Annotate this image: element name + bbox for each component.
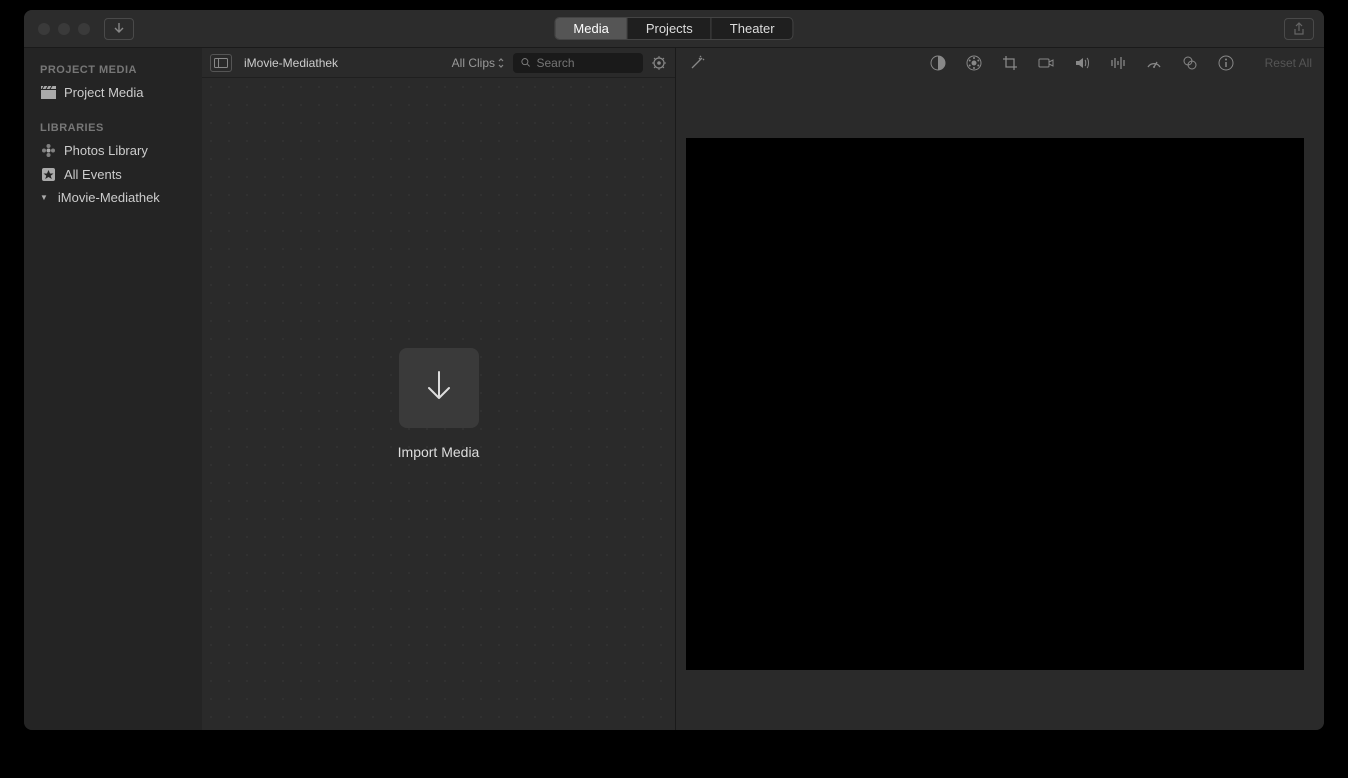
titlebar: Media Projects Theater	[24, 10, 1324, 48]
up-down-chevron-icon	[497, 57, 505, 69]
preview-screen	[686, 138, 1304, 670]
browser-settings-button[interactable]	[651, 55, 667, 71]
sidebar: PROJECT MEDIA Project Media LIBRARIES Ph…	[24, 48, 202, 730]
search-field[interactable]	[513, 53, 643, 73]
color-wheel-icon	[965, 54, 983, 72]
share-icon	[1293, 22, 1305, 36]
clapperboard-icon	[40, 84, 56, 100]
main-area: PROJECT MEDIA Project Media LIBRARIES Ph…	[24, 48, 1324, 730]
import-button[interactable]	[104, 18, 134, 40]
info-icon	[1217, 54, 1235, 72]
equalizer-icon	[1109, 54, 1127, 72]
tab-theater[interactable]: Theater	[712, 18, 793, 39]
gear-icon	[651, 55, 667, 71]
speaker-icon	[1073, 54, 1091, 72]
color-correction-button[interactable]	[965, 54, 983, 72]
search-icon	[521, 57, 531, 68]
browser-body: Import Media	[202, 78, 675, 730]
sidebar-item-label: Photos Library	[64, 143, 148, 158]
color-balance-button[interactable]	[929, 54, 947, 72]
photos-flower-icon	[40, 142, 56, 158]
volume-button[interactable]	[1073, 54, 1091, 72]
sidebar-item-label: iMovie-Mediathek	[58, 190, 160, 205]
sidebar-section-libraries: LIBRARIES	[24, 118, 202, 138]
color-balance-icon	[929, 54, 947, 72]
tab-projects[interactable]: Projects	[628, 18, 712, 39]
clip-filter-label: All Clips	[452, 56, 495, 70]
stabilization-button[interactable]	[1037, 54, 1055, 72]
download-arrow-icon	[113, 22, 125, 36]
import-media-tile[interactable]	[399, 348, 479, 428]
traffic-lights	[38, 23, 90, 35]
info-button[interactable]	[1217, 54, 1235, 72]
sidebar-item-imovie-mediathek[interactable]: iMovie-Mediathek	[24, 186, 202, 209]
crop-button[interactable]	[1001, 54, 1019, 72]
tab-media[interactable]: Media	[555, 18, 627, 39]
viewer-toolbar: Reset All	[676, 48, 1324, 78]
speedometer-icon	[1145, 54, 1163, 72]
download-arrow-icon	[422, 368, 456, 408]
share-button[interactable]	[1284, 18, 1314, 40]
media-browser: iMovie-Mediathek All Clips Impor	[202, 48, 676, 730]
speed-button[interactable]	[1145, 54, 1163, 72]
clip-filter-dropdown[interactable]: All Clips	[452, 56, 505, 70]
reset-all-button[interactable]: Reset All	[1265, 56, 1312, 70]
search-input[interactable]	[537, 56, 636, 70]
sidebar-item-all-events[interactable]: All Events	[24, 162, 202, 186]
sidebar-item-project-media[interactable]: Project Media	[24, 80, 202, 104]
effects-circles-icon	[1181, 54, 1199, 72]
noise-reduction-button[interactable]	[1109, 54, 1127, 72]
close-window-button[interactable]	[38, 23, 50, 35]
sidebar-panel-icon	[214, 58, 228, 68]
enhance-button[interactable]	[688, 54, 706, 72]
effects-button[interactable]	[1181, 54, 1199, 72]
camera-icon	[1037, 54, 1055, 72]
sidebar-item-photos-library[interactable]: Photos Library	[24, 138, 202, 162]
crop-icon	[1001, 54, 1019, 72]
import-media-label: Import Media	[398, 444, 480, 460]
zoom-window-button[interactable]	[78, 23, 90, 35]
sidebar-item-label: Project Media	[64, 85, 143, 100]
browser-toolbar: iMovie-Mediathek All Clips	[202, 48, 675, 78]
sidebar-section-project-media: PROJECT MEDIA	[24, 60, 202, 80]
browser-title: iMovie-Mediathek	[244, 56, 338, 70]
star-icon	[40, 166, 56, 182]
viewer-body	[676, 78, 1324, 730]
viewer-panel: Reset All	[676, 48, 1324, 730]
magic-wand-icon	[688, 54, 706, 72]
sidebar-item-label: All Events	[64, 167, 122, 182]
view-segmented-control: Media Projects Theater	[554, 17, 793, 40]
minimize-window-button[interactable]	[58, 23, 70, 35]
app-window: Media Projects Theater PROJECT MEDIA Pro…	[24, 10, 1324, 730]
sidebar-toggle-button[interactable]	[210, 54, 232, 72]
